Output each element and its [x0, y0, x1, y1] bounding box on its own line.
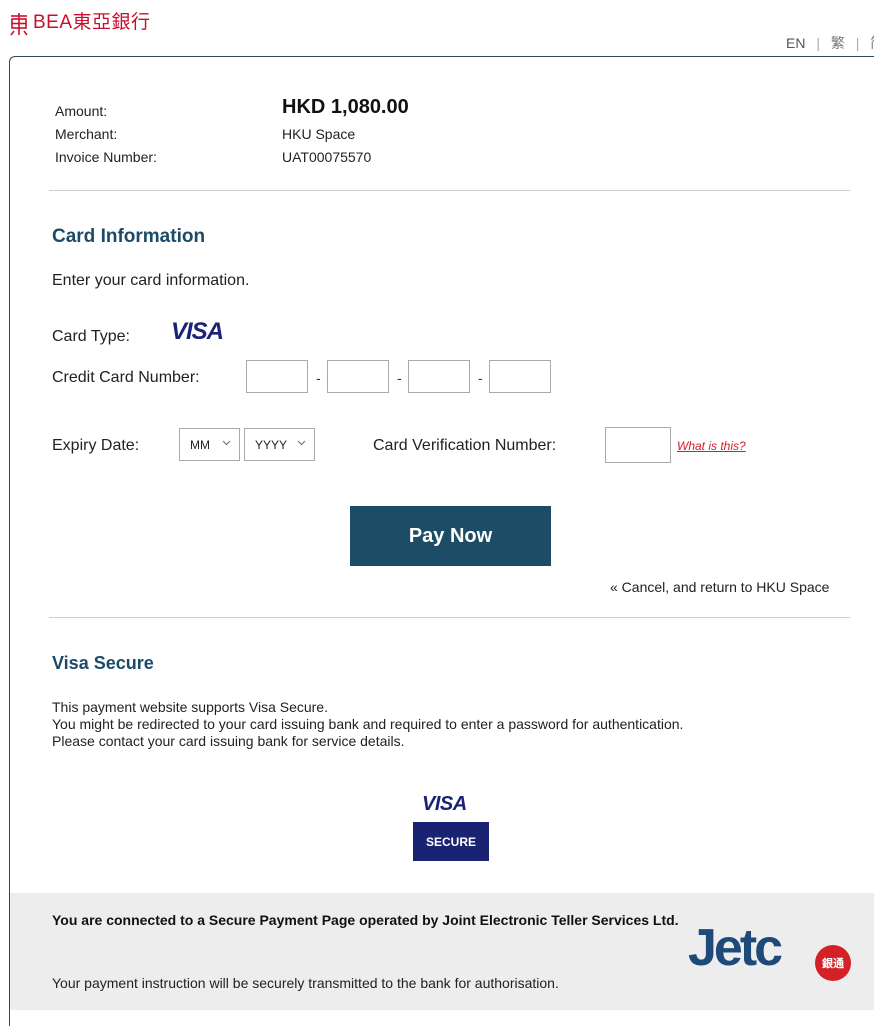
chevron-down-icon [297, 440, 306, 446]
lang-divider: | [816, 35, 820, 51]
card-number-segment-4[interactable] [489, 360, 551, 393]
lang-traditional-link[interactable]: 繁 [831, 33, 845, 53]
cancel-return-link[interactable]: « Cancel, and return to HKU Space [610, 579, 829, 595]
expiry-year-value: YYYY [255, 437, 288, 452]
card-number-segment-1[interactable] [246, 360, 308, 393]
footer-transmission-note: Your payment instruction will be securel… [52, 975, 559, 991]
cvv-label: Card Verification Number: [373, 437, 557, 454]
merchant-value: HKU Space [282, 126, 356, 142]
merchant-label: Merchant: [55, 126, 118, 142]
card-information-intro: Enter your card information. [52, 272, 250, 289]
divider [49, 617, 850, 618]
cvv-input[interactable] [605, 427, 671, 463]
expiry-month-value: MM [190, 437, 210, 452]
expiry-date-label: Expiry Date: [52, 437, 140, 454]
card-number-separator: - [478, 370, 483, 386]
expiry-year-select[interactable]: YYYY [244, 428, 315, 461]
visa-secure-line: You might be redirected to your card iss… [52, 716, 684, 732]
visa-card-logo: VISA [171, 318, 224, 345]
lang-simplified-link[interactable]: 简 [870, 33, 874, 53]
language-switcher: EN | 繁 | 简 [786, 33, 874, 53]
bea-logo-text: BEA東亞銀行 [33, 12, 151, 33]
card-number-label: Credit Card Number: [52, 369, 200, 386]
footer-secure-notice: You are connected to a Secure Payment Pa… [52, 912, 679, 928]
visa-secure-title: Visa Secure [52, 653, 154, 673]
visa-secure-logo-badge: SECURE [413, 822, 489, 861]
visa-secure-line: This payment website supports Visa Secur… [52, 699, 328, 715]
card-information-title: Card Information [52, 226, 206, 247]
amount-label: Amount: [55, 103, 108, 119]
amount-value: HKD 1,080.00 [282, 96, 409, 118]
lang-en-link[interactable]: EN [786, 35, 805, 51]
visa-secure-logo-visa: VISA [422, 793, 467, 815]
card-number-segment-2[interactable] [327, 360, 389, 393]
card-number-separator: - [316, 370, 321, 386]
visa-secure-line: Please contact your card issuing bank fo… [52, 733, 405, 749]
card-type-label: Card Type: [52, 328, 130, 345]
jetco-logo-badge: 銀通 [815, 945, 851, 981]
card-number-segment-3[interactable] [408, 360, 470, 393]
expiry-month-select[interactable]: MM [179, 428, 240, 461]
divider [49, 190, 850, 191]
cvv-help-link[interactable]: What is this? [677, 439, 746, 453]
pay-now-button[interactable]: Pay Now [350, 506, 551, 566]
jetco-logo-text: Jetc [688, 919, 783, 977]
card-number-separator: - [397, 370, 402, 386]
invoice-number-label: Invoice Number: [55, 149, 157, 165]
invoice-number-value: UAT00075570 [282, 149, 372, 165]
lang-divider: | [855, 35, 860, 51]
bea-logo-icon [10, 13, 28, 36]
chevron-down-icon [222, 440, 231, 446]
